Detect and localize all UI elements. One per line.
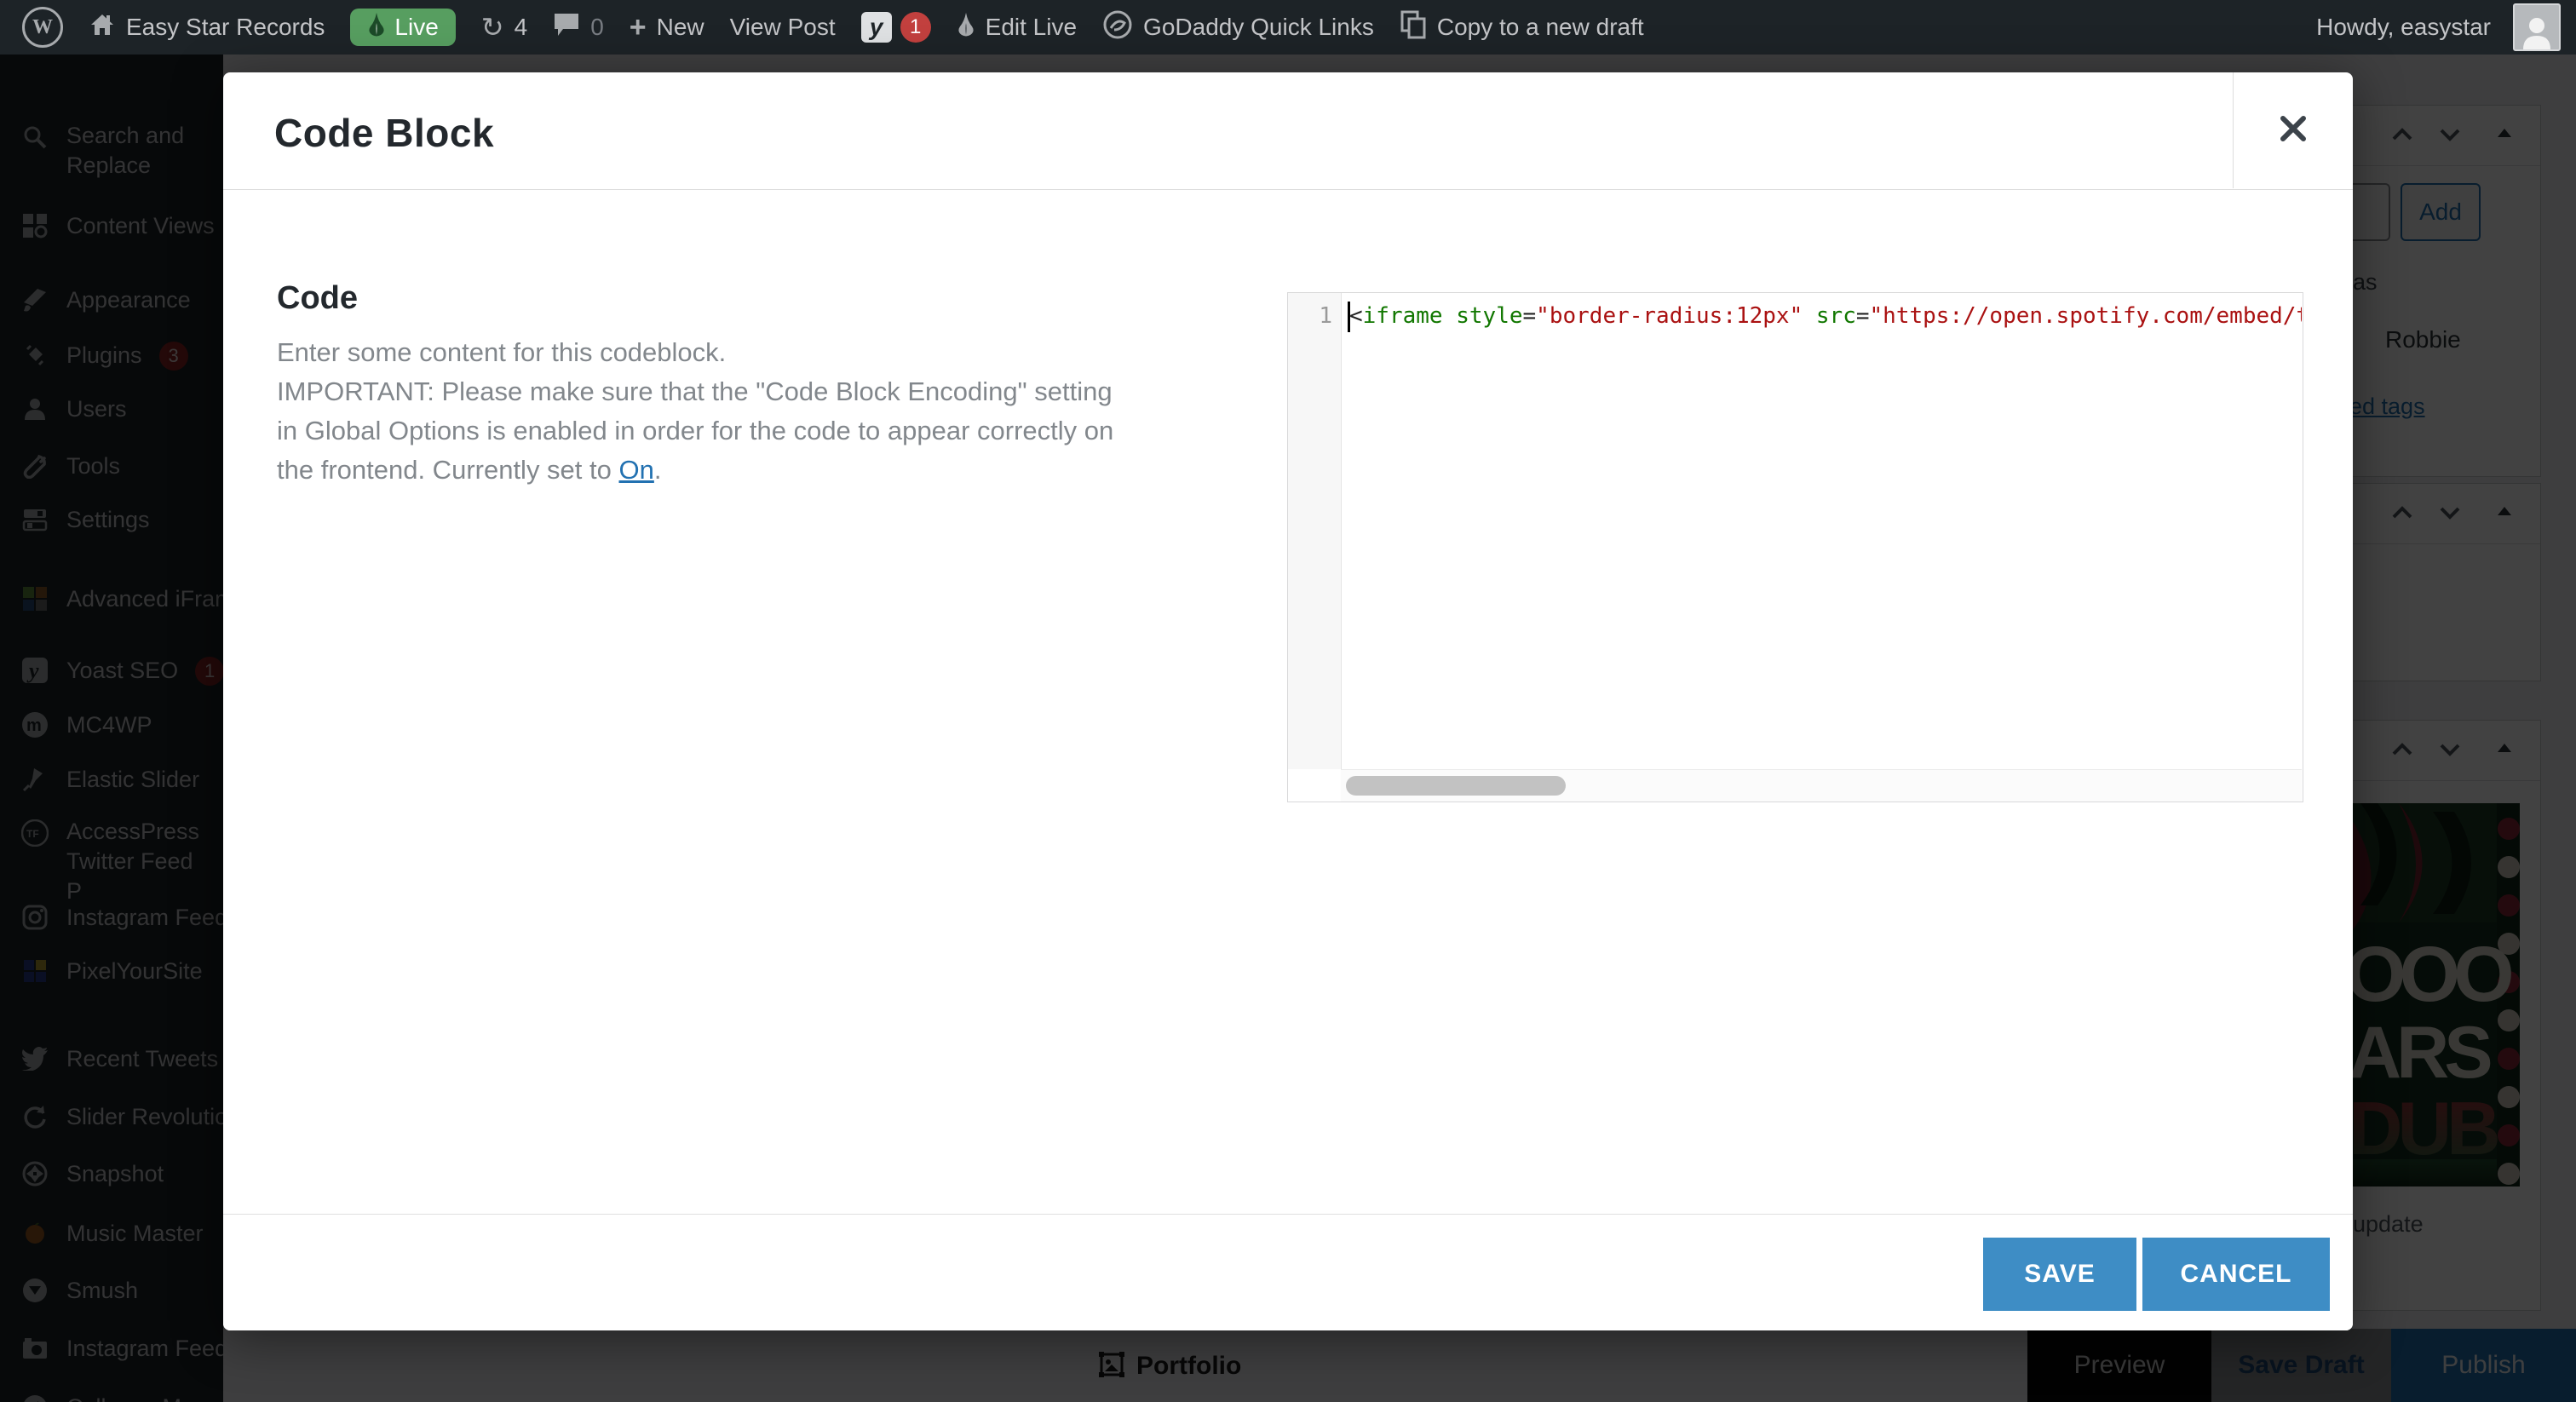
flame-icon	[367, 13, 386, 43]
new-menu[interactable]: + New	[630, 13, 704, 42]
close-button[interactable]	[2233, 72, 2353, 188]
wp-logo-menu[interactable]: W	[22, 7, 63, 48]
cancel-button[interactable]: CANCEL	[2142, 1238, 2330, 1311]
godaddy-icon	[1102, 9, 1133, 46]
save-button[interactable]: SAVE	[1983, 1238, 2136, 1311]
howdy-label: Howdy, easystar	[2316, 14, 2491, 41]
code-block-modal: Code Block Code Enter some content for t…	[223, 72, 2353, 1330]
code-token: =	[1523, 303, 1537, 329]
code-line: <iframe style="border-radius:12px" src="…	[1349, 303, 2302, 329]
on-setting-link[interactable]: On	[619, 455, 654, 485]
code-section-description: Enter some content for this codeblock. I…	[277, 333, 1214, 490]
comments-count: 0	[590, 14, 604, 41]
yoast-notification-badge: 1	[900, 12, 931, 43]
editor-gutter: 1	[1288, 293, 1342, 769]
modal-header: Code Block	[223, 72, 2353, 190]
code-token	[1803, 303, 1816, 329]
plus-icon: +	[630, 13, 647, 42]
code-token	[1443, 303, 1457, 329]
copy-pages-icon	[1400, 10, 1427, 45]
wordpress-logo-icon: W	[22, 7, 63, 48]
horizontal-scrollbar[interactable]	[1341, 769, 2302, 802]
modal-footer: SAVE CANCEL	[223, 1214, 2353, 1330]
close-icon	[2276, 112, 2310, 150]
code-token: =	[1856, 303, 1870, 329]
godaddy-label: GoDaddy Quick Links	[1143, 14, 1374, 41]
code-scroll-area[interactable]: <iframe style="border-radius:12px" src="…	[1341, 293, 2302, 769]
code-token: "border-radius:12px"	[1536, 303, 1803, 329]
copy-draft-label: Copy to a new draft	[1437, 14, 1644, 41]
site-menu[interactable]: Easy Star Records	[89, 11, 325, 44]
edit-live-menu[interactable]: Edit Live	[957, 13, 1077, 43]
description-line: in Global Options is enabled in order fo…	[277, 411, 1214, 451]
description-line: IMPORTANT: Please make sure that the "Co…	[277, 372, 1214, 411]
updates-count: 4	[515, 14, 528, 41]
admin-bar: W Easy Star Records Live ↻ 4 0 + New Vie…	[0, 0, 2576, 55]
view-post-label: View Post	[730, 14, 836, 41]
code-token: src	[1816, 303, 1856, 329]
updates-icon: ↻	[481, 14, 504, 41]
updates-menu[interactable]: ↻ 4	[481, 14, 527, 41]
home-icon	[89, 11, 116, 44]
account-menu[interactable]: Howdy, easystar	[2316, 3, 2561, 51]
code-section-heading: Code	[277, 280, 358, 317]
scrollbar-thumb[interactable]	[1346, 776, 1566, 796]
live-badge[interactable]: Live	[350, 9, 455, 46]
code-editor[interactable]: 1 <iframe style="border-radius:12px" src…	[1287, 292, 2303, 802]
comments-menu[interactable]: 0	[553, 12, 604, 43]
view-post-link[interactable]: View Post	[730, 14, 836, 41]
description-line: Enter some content for this codeblock.	[277, 333, 1214, 372]
new-label: New	[657, 14, 704, 41]
line-number: 1	[1319, 303, 1332, 329]
code-token: style	[1456, 303, 1522, 329]
code-token: "https://open.spotify.com/embed/t	[1870, 303, 2302, 329]
godaddy-menu[interactable]: GoDaddy Quick Links	[1102, 9, 1374, 46]
yoast-icon: y	[861, 12, 892, 43]
yoast-menu[interactable]: y 1	[861, 12, 931, 43]
site-name: Easy Star Records	[126, 14, 325, 41]
edit-live-flame-icon	[957, 13, 975, 43]
comment-bubble-icon	[553, 12, 580, 43]
edit-live-label: Edit Live	[986, 14, 1077, 41]
description-line: the frontend. Currently set to On.	[277, 451, 1214, 490]
text-cursor	[1348, 302, 1350, 332]
code-token: <	[1349, 303, 1363, 329]
avatar	[2513, 3, 2561, 51]
code-token: iframe	[1363, 303, 1443, 329]
copy-draft-link[interactable]: Copy to a new draft	[1400, 10, 1644, 45]
modal-title: Code Block	[274, 110, 494, 156]
live-badge-label: Live	[394, 14, 438, 41]
